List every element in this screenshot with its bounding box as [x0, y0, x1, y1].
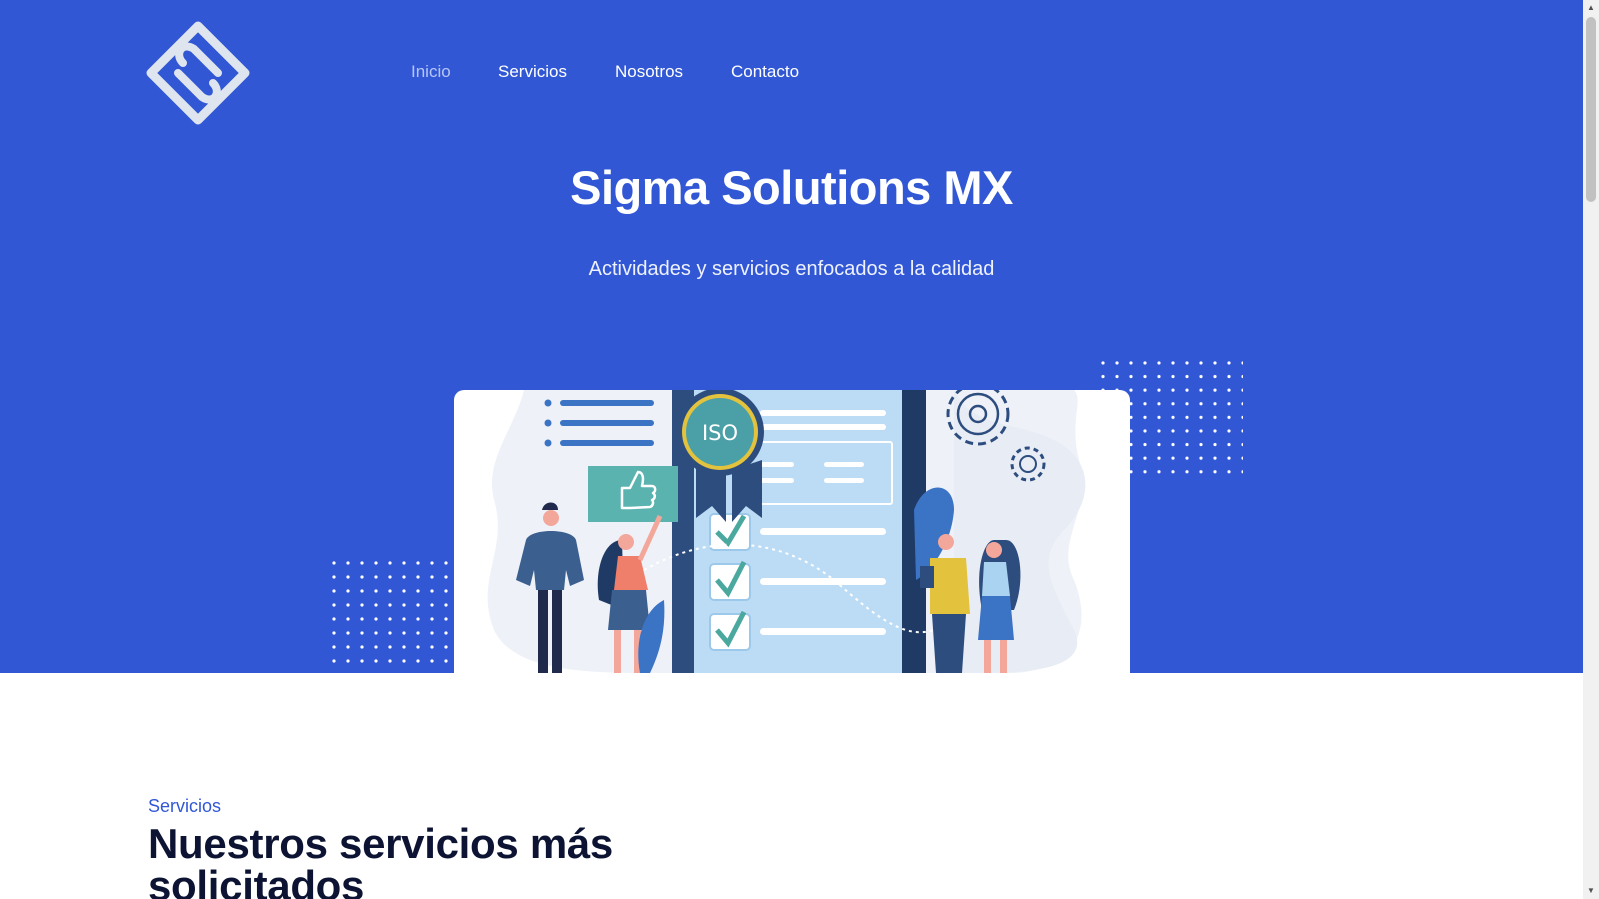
logo-icon[interactable]: [146, 21, 250, 125]
page-scrollbar[interactable]: ▲ ▼: [1583, 0, 1599, 899]
nav-link-contacto[interactable]: Contacto: [731, 62, 799, 82]
services-section: Servicios Nuestros servicios más solicit…: [148, 795, 1048, 899]
checkmark-icon: [709, 513, 886, 651]
hero-section: Inicio Servicios Nosotros Contacto Sigma…: [0, 0, 1583, 673]
dot-pattern-decoration: [332, 561, 456, 673]
nav-link-nosotros[interactable]: Nosotros: [615, 62, 683, 82]
thumbs-up-icon: [588, 466, 678, 522]
hero-subtitle: Actividades y servicios enfocados a la c…: [588, 258, 995, 280]
svg-text:ISO: ISO: [702, 421, 738, 445]
scroll-up-arrow-icon[interactable]: ▲: [1583, 0, 1599, 16]
iso-checklist-illustration: ISO: [487, 390, 1086, 673]
nav-link-inicio[interactable]: Inicio: [411, 62, 451, 82]
scroll-down-arrow-icon[interactable]: ▼: [1583, 883, 1599, 899]
scrollbar-thumb[interactable]: [1586, 17, 1596, 202]
services-kicker: Servicios: [148, 796, 222, 816]
nav-link-servicios[interactable]: Servicios: [498, 62, 567, 82]
services-heading: Nuestros servicios más solicitados: [148, 820, 613, 899]
hero-title: Sigma Solutions MX: [570, 161, 1013, 214]
hero-illustration: ISO: [454, 390, 1130, 673]
